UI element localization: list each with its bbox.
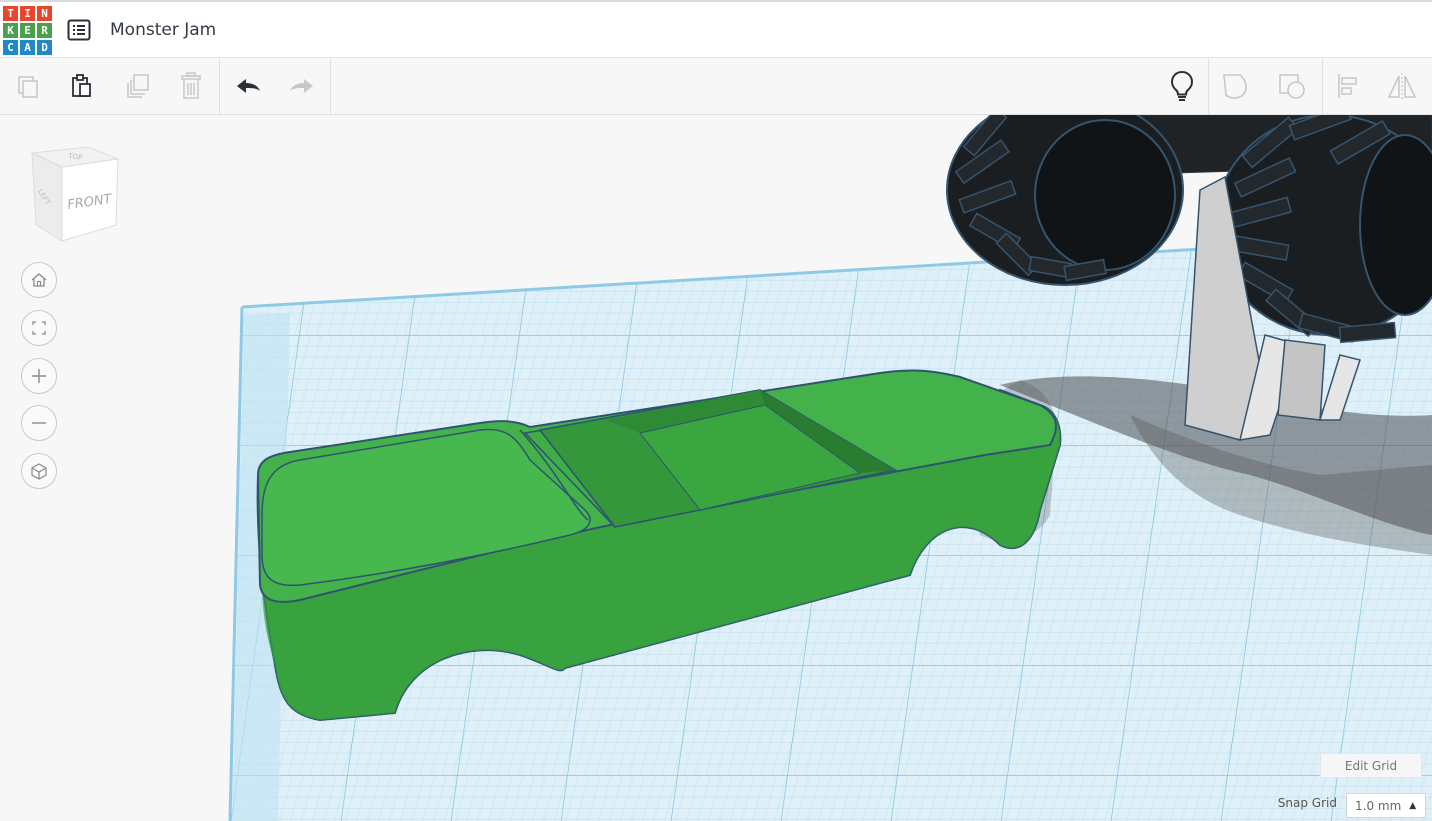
paste-icon xyxy=(72,74,91,97)
minus-icon xyxy=(32,422,46,424)
view-cube[interactable]: TOP FRONT LEFT xyxy=(28,145,124,245)
design-list-button[interactable] xyxy=(67,19,91,41)
undo-button[interactable] xyxy=(228,66,268,106)
delete-button[interactable] xyxy=(171,66,211,106)
3d-workplane-viewport[interactable]: TOP FRONT LEFT Edit Grid Snap Grid 1.0 m… xyxy=(0,115,1432,821)
top-header: T I N K E R C A D Monster Jam xyxy=(0,0,1432,58)
cube-icon: TOP FRONT LEFT xyxy=(30,146,120,242)
logo-letter: K xyxy=(3,23,18,38)
group-icon xyxy=(1223,74,1247,99)
perspective-button[interactable] xyxy=(21,453,57,489)
mirror-icon xyxy=(1387,73,1417,100)
logo-letter: A xyxy=(20,40,35,55)
align-button[interactable] xyxy=(1327,66,1367,106)
copy-button[interactable] xyxy=(8,66,48,106)
logo-letter: D xyxy=(37,40,52,55)
toolbar-divider xyxy=(219,58,220,114)
fit-view-button[interactable] xyxy=(21,310,57,346)
snap-grid-value: 1.0 mm xyxy=(1355,798,1402,813)
notes-button[interactable] xyxy=(1162,66,1202,106)
duplicate-icon xyxy=(127,74,149,98)
zoom-in-button[interactable] xyxy=(21,358,57,394)
align-icon xyxy=(1338,74,1357,98)
paste-button[interactable] xyxy=(61,66,101,106)
list-icon xyxy=(67,19,91,41)
home-icon xyxy=(31,273,47,287)
plus-icon xyxy=(32,369,46,383)
toolbar-divider xyxy=(1322,58,1323,114)
undo-icon xyxy=(237,79,260,93)
edit-toolbar xyxy=(0,58,1432,115)
toolbar-divider xyxy=(1208,58,1209,114)
logo-letter: I xyxy=(20,6,35,21)
logo-letter: C xyxy=(3,40,18,55)
duplicate-button[interactable] xyxy=(117,66,157,106)
ungroup-button[interactable] xyxy=(1272,66,1312,106)
toolbar-divider xyxy=(330,58,331,114)
redo-icon xyxy=(290,79,313,93)
ungroup-icon xyxy=(1279,74,1305,99)
logo-letter: T xyxy=(3,6,18,21)
lightbulb-icon xyxy=(1170,70,1194,101)
snap-grid-label: Snap Grid xyxy=(1277,796,1337,810)
cube-icon xyxy=(31,463,47,480)
copy-icon xyxy=(18,76,38,98)
snap-grid-select[interactable]: 1.0 mm ▲ xyxy=(1346,793,1426,818)
caret-up-icon: ▲ xyxy=(1409,800,1417,811)
logo-letter: N xyxy=(37,6,52,21)
edit-grid-button[interactable]: Edit Grid xyxy=(1320,753,1422,778)
redo-button[interactable] xyxy=(282,66,322,106)
project-title[interactable]: Monster Jam xyxy=(110,20,216,40)
zoom-out-button[interactable] xyxy=(21,405,57,441)
fit-all-icon xyxy=(32,321,46,335)
home-view-button[interactable] xyxy=(21,262,57,298)
trash-icon xyxy=(181,72,201,99)
logo-letter: E xyxy=(20,23,35,38)
mirror-button[interactable] xyxy=(1382,66,1422,106)
tinkercad-logo[interactable]: T I N K E R C A D xyxy=(3,6,52,58)
group-button[interactable] xyxy=(1216,66,1256,106)
3d-scene xyxy=(228,115,1432,821)
logo-letter: R xyxy=(37,23,52,38)
